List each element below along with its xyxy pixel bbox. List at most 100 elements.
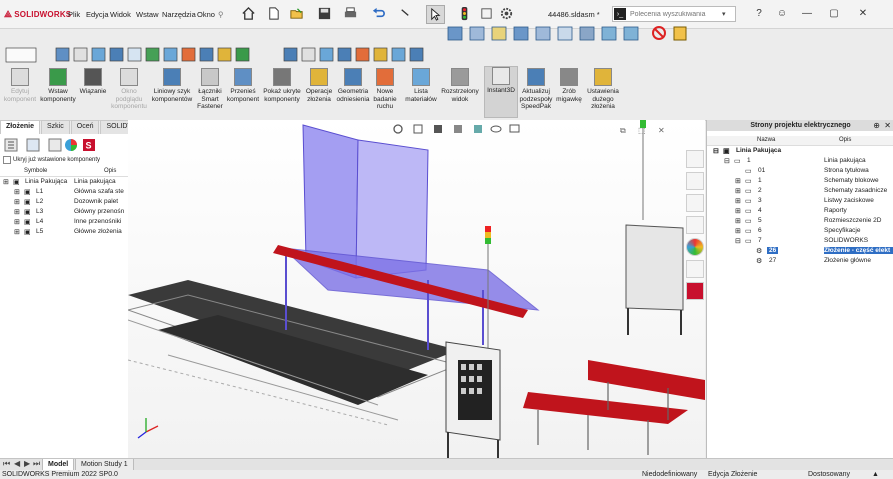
col-name[interactable]: Nazwa bbox=[757, 137, 775, 143]
ribbon-button-10[interactable]: Nowe badanie ruchu bbox=[370, 68, 400, 111]
tab-ocen[interactable]: Oceń bbox=[70, 120, 100, 134]
next-tab-nav-icon[interactable]: ▶ bbox=[24, 459, 30, 468]
pin-icon[interactable]: ⚲ bbox=[218, 10, 224, 19]
collapse-minus-icon[interactable]: ⊟ bbox=[735, 237, 741, 245]
right-panel-close-icon[interactable]: ✕ bbox=[884, 121, 891, 130]
ribbon-button-2[interactable]: Wiązanie bbox=[78, 68, 108, 96]
right-tree-row[interactable]: ⊞ ▭ 5 Rozmieszczenie 2D bbox=[707, 217, 893, 226]
command-manager-icons[interactable] bbox=[0, 44, 893, 66]
col-desc[interactable]: Opis bbox=[104, 168, 116, 174]
task-resources-icon[interactable] bbox=[686, 172, 704, 190]
left-tree-row[interactable]: ⊞ ▣ Linia Pakująca Linia pakująca bbox=[0, 178, 128, 187]
expand-plus-icon[interactable]: ⊞ bbox=[735, 177, 741, 185]
col-symbol[interactable]: Symbole bbox=[24, 168, 47, 174]
ribbon-button-13[interactable]: Instant3D bbox=[484, 66, 518, 118]
assembly-model-render[interactable] bbox=[128, 120, 705, 458]
electrical-toolbar-icons[interactable] bbox=[440, 21, 700, 45]
ribbon-button-16[interactable]: Ustawienia dużego złożenia bbox=[586, 68, 620, 111]
right-tree-row[interactable]: ⚙ 27 Złożenie główne bbox=[707, 257, 893, 266]
left-tree-row[interactable]: ⊞ ▣ L2 Dozownik palet bbox=[0, 198, 128, 207]
task-home-icon[interactable] bbox=[686, 150, 704, 168]
configuration-icon[interactable] bbox=[48, 138, 62, 152]
ribbon-button-15[interactable]: Zrób migawkę bbox=[556, 68, 582, 103]
dropdown-chevron-icon[interactable]: ▾ bbox=[722, 10, 726, 18]
col-desc-right[interactable]: Opis bbox=[839, 137, 851, 143]
expand-plus-icon[interactable]: ⊞ bbox=[735, 207, 741, 215]
user-icon[interactable]: ☺ bbox=[775, 6, 789, 20]
redo-icon[interactable] bbox=[396, 5, 413, 22]
ribbon-button-9[interactable]: Geometria odniesienia bbox=[336, 68, 370, 103]
right-tree-row[interactable]: ⊟ ▣ Linia Pakująca bbox=[707, 147, 893, 156]
checkbox-box[interactable] bbox=[3, 156, 11, 164]
left-tree-row[interactable]: ⊞ ▣ L5 Główne złożenia bbox=[0, 228, 128, 237]
open-folder-icon[interactable] bbox=[288, 5, 305, 22]
collapse-minus-icon[interactable]: ⊟ bbox=[724, 157, 730, 165]
right-tree-row[interactable]: ⚙ 26 Złożenie - część elekt bbox=[707, 247, 893, 256]
menu-widok[interactable]: Widok bbox=[110, 10, 131, 19]
expand-plus-icon[interactable]: ⊞ bbox=[14, 188, 20, 196]
expand-plus-icon[interactable]: ⊞ bbox=[735, 197, 741, 205]
task-appearances-icon[interactable] bbox=[686, 238, 704, 256]
ribbon-button-11[interactable]: Lista materiałów bbox=[404, 68, 438, 103]
status-expand-icon[interactable]: ▲ bbox=[872, 470, 879, 479]
right-tree-row[interactable]: ⊞ ▭ 1 Schematy blokowe bbox=[707, 177, 893, 186]
electrical-3d-icon[interactable]: S bbox=[82, 138, 96, 152]
options-gear-icon[interactable] bbox=[498, 5, 515, 22]
home-icon[interactable] bbox=[240, 5, 257, 22]
right-tree-row[interactable]: ⊞ ▭ 4 Raporty bbox=[707, 207, 893, 216]
command-search[interactable]: ›_ ▾ bbox=[612, 6, 736, 22]
menu-plik[interactable]: Plik bbox=[68, 10, 80, 19]
task-file-explorer-icon[interactable] bbox=[686, 216, 704, 234]
ribbon-button-8[interactable]: Operacje złożenia bbox=[304, 68, 334, 103]
maximize-button[interactable]: ▢ bbox=[827, 6, 841, 20]
expand-plus-icon[interactable]: ⊞ bbox=[14, 218, 20, 226]
right-tree-row[interactable]: ▭ 01 Strona tytułowa bbox=[707, 167, 893, 176]
expand-plus-icon[interactable]: ⊞ bbox=[735, 227, 741, 235]
graphics-area[interactable]: ⧉ ⬚ ✕ bbox=[128, 120, 705, 458]
help-icon[interactable]: ? bbox=[752, 6, 766, 20]
ribbon-button-7[interactable]: Pokaż ukryte komponenty bbox=[262, 68, 302, 103]
menu-wstaw[interactable]: Wstaw bbox=[136, 10, 159, 19]
print-icon[interactable] bbox=[342, 5, 359, 22]
left-tree-row[interactable]: ⊞ ▣ L4 Inne przenośniki bbox=[0, 218, 128, 227]
tab-szkic[interactable]: Szkic bbox=[41, 120, 70, 134]
right-tree-row[interactable]: ⊟ ▭ 1 Linia pakująca bbox=[707, 157, 893, 166]
right-tree-row[interactable]: ⊞ ▭ 6 Specyfikacje bbox=[707, 227, 893, 236]
expand-plus-icon[interactable]: ⊞ bbox=[3, 178, 9, 186]
ribbon-button-4[interactable]: Liniowy szyk komponentów bbox=[150, 68, 194, 103]
expand-plus-icon[interactable]: ⊞ bbox=[735, 217, 741, 225]
property-manager-icon[interactable] bbox=[26, 138, 40, 152]
right-tree-row[interactable]: ⊟ ▭ 7 SOLIDWORKS bbox=[707, 237, 893, 246]
task-design-library-icon[interactable] bbox=[686, 194, 704, 212]
right-tree-row[interactable]: ⊞ ▭ 3 Listwy zaciskowe bbox=[707, 197, 893, 206]
expand-plus-icon[interactable]: ⊞ bbox=[14, 228, 20, 236]
menu-edycja[interactable]: Edycja bbox=[86, 10, 109, 19]
undo-icon[interactable] bbox=[370, 5, 387, 22]
menu-okno[interactable]: Okno bbox=[197, 10, 215, 19]
first-tab-nav-icon[interactable]: ⏮ bbox=[3, 459, 10, 469]
search-input[interactable] bbox=[626, 9, 722, 19]
expand-plus-icon[interactable]: ⊞ bbox=[735, 187, 741, 195]
left-tree-row[interactable]: ⊞ ▣ L3 Główny przenośn bbox=[0, 208, 128, 217]
menu-narzedzia[interactable]: Narzędzia bbox=[162, 10, 196, 19]
feature-tree-icon[interactable] bbox=[4, 138, 18, 152]
ribbon-button-12[interactable]: Rozstrzelony widok bbox=[440, 68, 480, 103]
ribbon-button-1[interactable]: Wstaw komponenty bbox=[40, 68, 76, 103]
solidworks-logo[interactable]: ⟁ SOLIDWORKS bbox=[4, 9, 71, 20]
left-tree-row[interactable]: ⊞ ▣ L1 Główna szafa ste bbox=[0, 188, 128, 197]
save-icon[interactable] bbox=[316, 5, 333, 22]
task-custom-properties-icon[interactable] bbox=[686, 260, 704, 278]
ribbon-button-6[interactable]: Przenieś komponent bbox=[226, 68, 260, 103]
task-electrical-icon[interactable] bbox=[686, 282, 704, 300]
expand-plus-icon[interactable]: ⊞ bbox=[14, 208, 20, 216]
appearance-icon[interactable] bbox=[64, 138, 78, 152]
prev-tab-nav-icon[interactable]: ◀ bbox=[14, 459, 20, 468]
last-tab-nav-icon[interactable]: ⏭ bbox=[33, 459, 40, 469]
status-units[interactable]: Dostosowany bbox=[808, 470, 850, 479]
close-button[interactable]: ✕ bbox=[856, 6, 870, 20]
ribbon-button-14[interactable]: Aktualizuj podzespoły SpeedPak bbox=[518, 68, 554, 111]
hide-inserted-checkbox[interactable]: Ukryj już wstawione komponenty bbox=[3, 156, 100, 164]
right-tree-row[interactable]: ⊞ ▭ 2 Schematy zasadnicze bbox=[707, 187, 893, 196]
ribbon-button-5[interactable]: Łączniki Smart Fastener bbox=[196, 68, 224, 111]
traffic-light-icon[interactable] bbox=[456, 5, 473, 22]
